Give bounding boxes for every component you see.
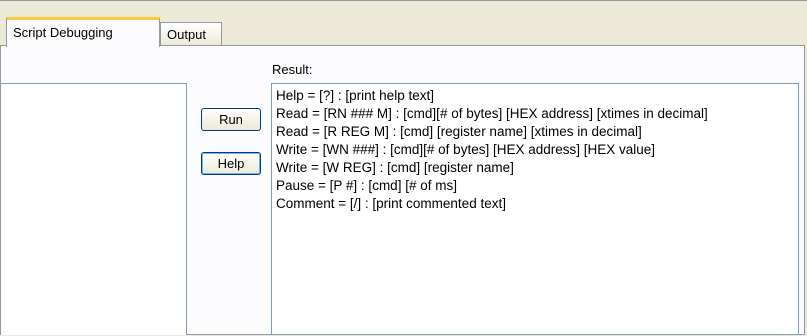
result-line: Comment = [/] : [print commented text] xyxy=(276,196,506,211)
tab-output[interactable]: Output xyxy=(160,22,222,47)
result-line: Help = [?] : [print help text] xyxy=(276,88,434,103)
script-debugging-panel: Result: Run Help Help = [?] : [print hel… xyxy=(0,45,805,335)
tab-strip: Script Debugging Output xyxy=(0,0,807,47)
run-button[interactable]: Run xyxy=(201,108,261,131)
result-line: Read = [R REG M] : [cmd] [register name]… xyxy=(276,124,642,139)
result-label: Result: xyxy=(272,62,313,77)
script-input-pane[interactable] xyxy=(1,83,187,335)
result-line: Write = [W REG] : [cmd] [register name] xyxy=(276,160,514,175)
result-textbox[interactable]: Help = [?] : [print help text] Read = [R… xyxy=(271,83,799,335)
result-line: Read = [RN ### M] : [cmd][# of bytes] [H… xyxy=(276,106,708,121)
debugger-window: Script Debugging Output Result: Run Help… xyxy=(0,0,807,336)
tab-script-debugging[interactable]: Script Debugging xyxy=(6,17,160,47)
result-line: Write = [WN ###] : [cmd][# of bytes] [HE… xyxy=(276,142,656,157)
result-line: Pause = [P #] : [cmd] [# of ms] xyxy=(276,178,457,193)
help-button[interactable]: Help xyxy=(201,152,261,175)
